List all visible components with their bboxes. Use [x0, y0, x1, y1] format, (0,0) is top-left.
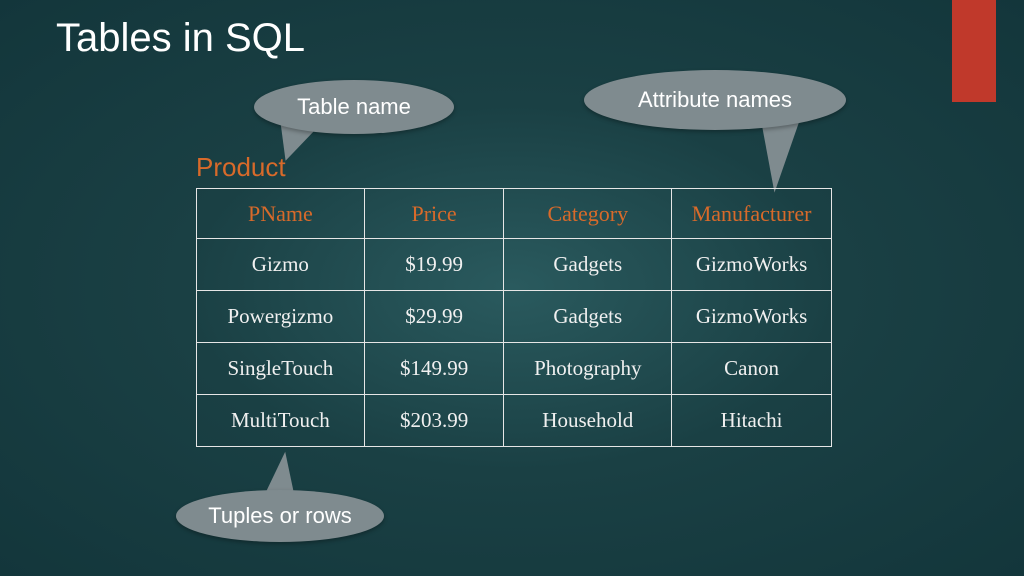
table-row: Gizmo $19.99 Gadgets GizmoWorks — [197, 239, 832, 291]
slide-title: Tables in SQL — [56, 16, 305, 61]
table-cell: $29.99 — [364, 291, 504, 343]
table-cell: $149.99 — [364, 343, 504, 395]
table-cell: Gadgets — [504, 291, 672, 343]
table-cell: Gadgets — [504, 239, 672, 291]
callout-label: Tuples or rows — [208, 503, 351, 529]
callout-tail — [762, 121, 805, 193]
product-table: PName Price Category Manufacturer Gizmo … — [196, 188, 832, 447]
table-cell: Photography — [504, 343, 672, 395]
callout-attribute-names: Attribute names — [584, 70, 846, 130]
ribbon-accent — [952, 0, 996, 102]
table-cell: Canon — [672, 343, 832, 395]
table-cell: GizmoWorks — [672, 291, 832, 343]
column-header: PName — [197, 189, 365, 239]
table-name-label: Product — [196, 152, 286, 183]
callout-table-name: Table name — [254, 80, 454, 134]
column-header: Price — [364, 189, 504, 239]
column-header: Category — [504, 189, 672, 239]
table-cell: $19.99 — [364, 239, 504, 291]
table-cell: $203.99 — [364, 395, 504, 447]
table-cell: Gizmo — [197, 239, 365, 291]
table-cell: MultiTouch — [197, 395, 365, 447]
table-cell: Hitachi — [672, 395, 832, 447]
table-cell: Powergizmo — [197, 291, 365, 343]
table-cell: GizmoWorks — [672, 239, 832, 291]
callout-tuples: Tuples or rows — [176, 490, 384, 542]
table-row: SingleTouch $149.99 Photography Canon — [197, 343, 832, 395]
table-header-row: PName Price Category Manufacturer — [197, 189, 832, 239]
callout-label: Table name — [297, 94, 411, 120]
table-cell: Household — [504, 395, 672, 447]
table-row: Powergizmo $29.99 Gadgets GizmoWorks — [197, 291, 832, 343]
callout-label: Attribute names — [638, 87, 792, 113]
column-header: Manufacturer — [672, 189, 832, 239]
table-row: MultiTouch $203.99 Household Hitachi — [197, 395, 832, 447]
table-cell: SingleTouch — [197, 343, 365, 395]
